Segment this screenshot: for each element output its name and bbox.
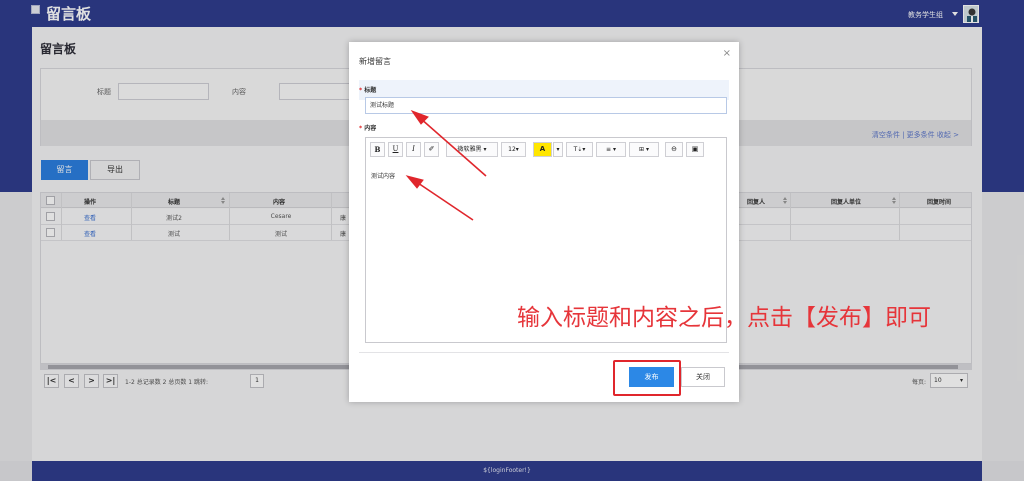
annotation-text: 输入标题和内容之后，点击【发布】即可 [517, 305, 931, 331]
table-insert-button[interactable]: ⊞ ▾ [629, 142, 659, 157]
font-size-select[interactable]: 12▾ [501, 142, 526, 157]
eraser-icon[interactable]: ✐ [424, 142, 439, 157]
content-field-label: * 内容 [359, 123, 376, 132]
publish-highlight-box [613, 360, 681, 396]
image-icon[interactable]: ▣ [686, 142, 704, 157]
link-icon[interactable]: ⊖ [665, 142, 683, 157]
bold-button[interactable]: B [370, 142, 385, 157]
close-icon[interactable]: × [723, 48, 731, 59]
editor-content[interactable]: 测试内容 [371, 171, 395, 180]
required-mark: * [359, 87, 363, 94]
font-family-select[interactable]: 微软雅黑 ▾ [446, 142, 498, 157]
align-select[interactable]: ≡ ▾ [596, 142, 626, 157]
text-color-button[interactable]: A [533, 142, 552, 157]
underline-button[interactable]: U [388, 142, 403, 157]
title-label-text: 标题 [364, 87, 377, 94]
close-button[interactable]: 关闭 [681, 367, 725, 387]
heading-select[interactable]: T⇣▾ [566, 142, 593, 157]
chevron-down-icon[interactable]: ▾ [553, 142, 563, 157]
italic-button[interactable]: I [406, 142, 421, 157]
new-message-dialog: 新增留言 × * 标题 测试标题 * 内容 B U I ✐ 微软雅黑 ▾ 12▾… [349, 42, 739, 402]
dialog-title: 新增留言 [359, 57, 391, 66]
content-label-text: 内容 [364, 125, 377, 132]
title-field-label: * 标题 [359, 85, 376, 94]
required-mark: * [359, 125, 363, 132]
dialog-footer-divider [359, 352, 729, 353]
title-input[interactable]: 测试标题 [365, 97, 727, 114]
